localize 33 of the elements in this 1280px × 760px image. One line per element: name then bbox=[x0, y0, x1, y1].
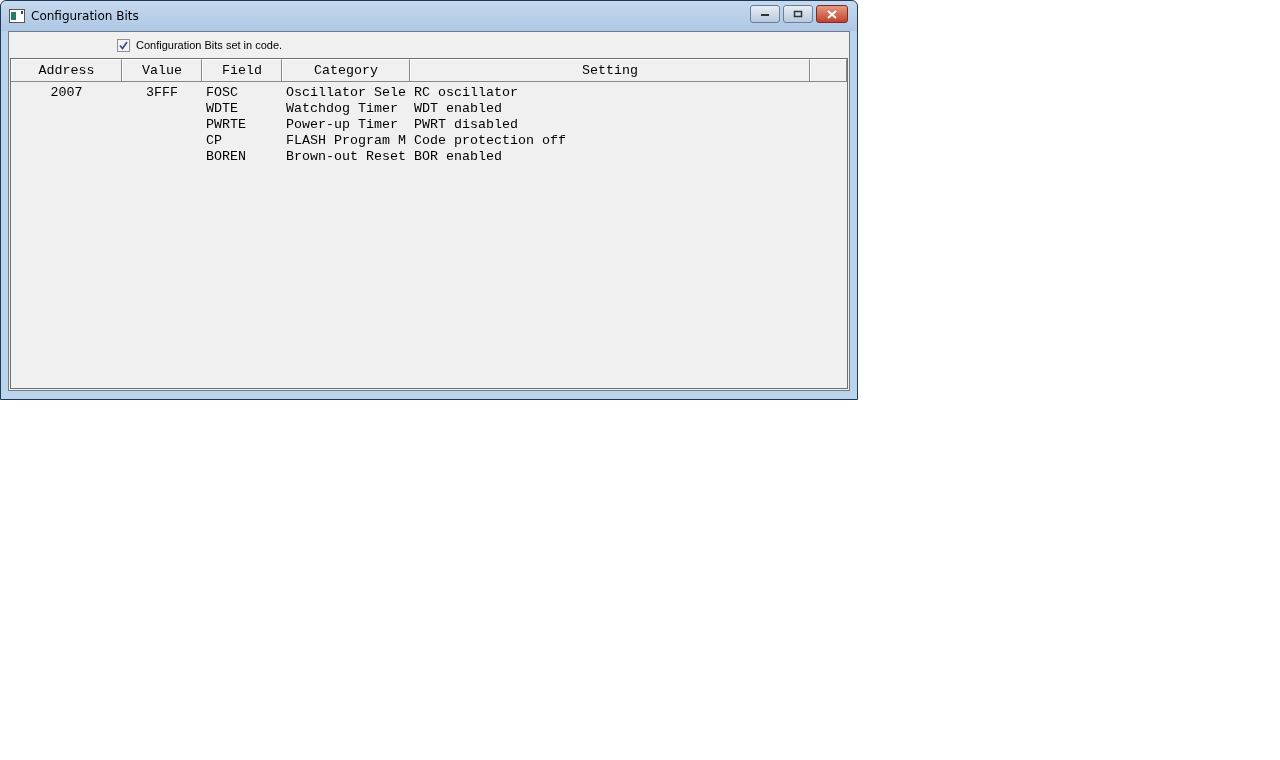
maximize-button[interactable] bbox=[783, 5, 813, 23]
table-cell: PWRTE bbox=[206, 116, 246, 132]
table-cell: CP bbox=[206, 132, 222, 148]
column-header[interactable]: Field bbox=[202, 59, 282, 81]
table-cell: FLASH Program M bbox=[286, 132, 406, 148]
close-button[interactable] bbox=[816, 5, 848, 23]
column-header bbox=[810, 59, 847, 81]
close-icon bbox=[826, 9, 838, 19]
table-cell: Power-up Timer bbox=[286, 116, 398, 132]
table-cell: BOR enabled bbox=[414, 148, 502, 164]
table-cell: Oscillator Sele bbox=[286, 84, 406, 100]
table-cell: 3FFF bbox=[146, 84, 178, 100]
minimize-icon bbox=[760, 11, 770, 17]
maximize-icon bbox=[793, 10, 803, 18]
window-icon bbox=[9, 9, 25, 23]
table-cell: 2007 bbox=[50, 84, 83, 100]
column-header[interactable]: Value bbox=[122, 59, 202, 81]
window-title: Configuration Bits bbox=[31, 9, 139, 23]
table-cell: Code protection off bbox=[414, 132, 566, 148]
column-header[interactable]: Address bbox=[11, 59, 122, 81]
checkbox[interactable] bbox=[117, 38, 130, 52]
table-cell: WDTE bbox=[206, 100, 238, 116]
column-header[interactable]: Category bbox=[282, 59, 410, 81]
table-cell: BOREN bbox=[206, 148, 246, 164]
minimize-button[interactable] bbox=[750, 5, 780, 23]
column-header[interactable]: Setting bbox=[410, 59, 810, 81]
table-cell: Brown-out Reset bbox=[286, 148, 406, 164]
checkbox-label: Configuration Bits set in code. bbox=[136, 39, 283, 51]
table-cell: WDT enabled bbox=[414, 100, 502, 116]
table-cell: FOSC bbox=[206, 84, 238, 100]
table-cell: PWRT disabled bbox=[414, 116, 518, 132]
table-cell: Watchdog Timer bbox=[286, 100, 398, 116]
table-cell: RC oscillator bbox=[414, 84, 518, 100]
